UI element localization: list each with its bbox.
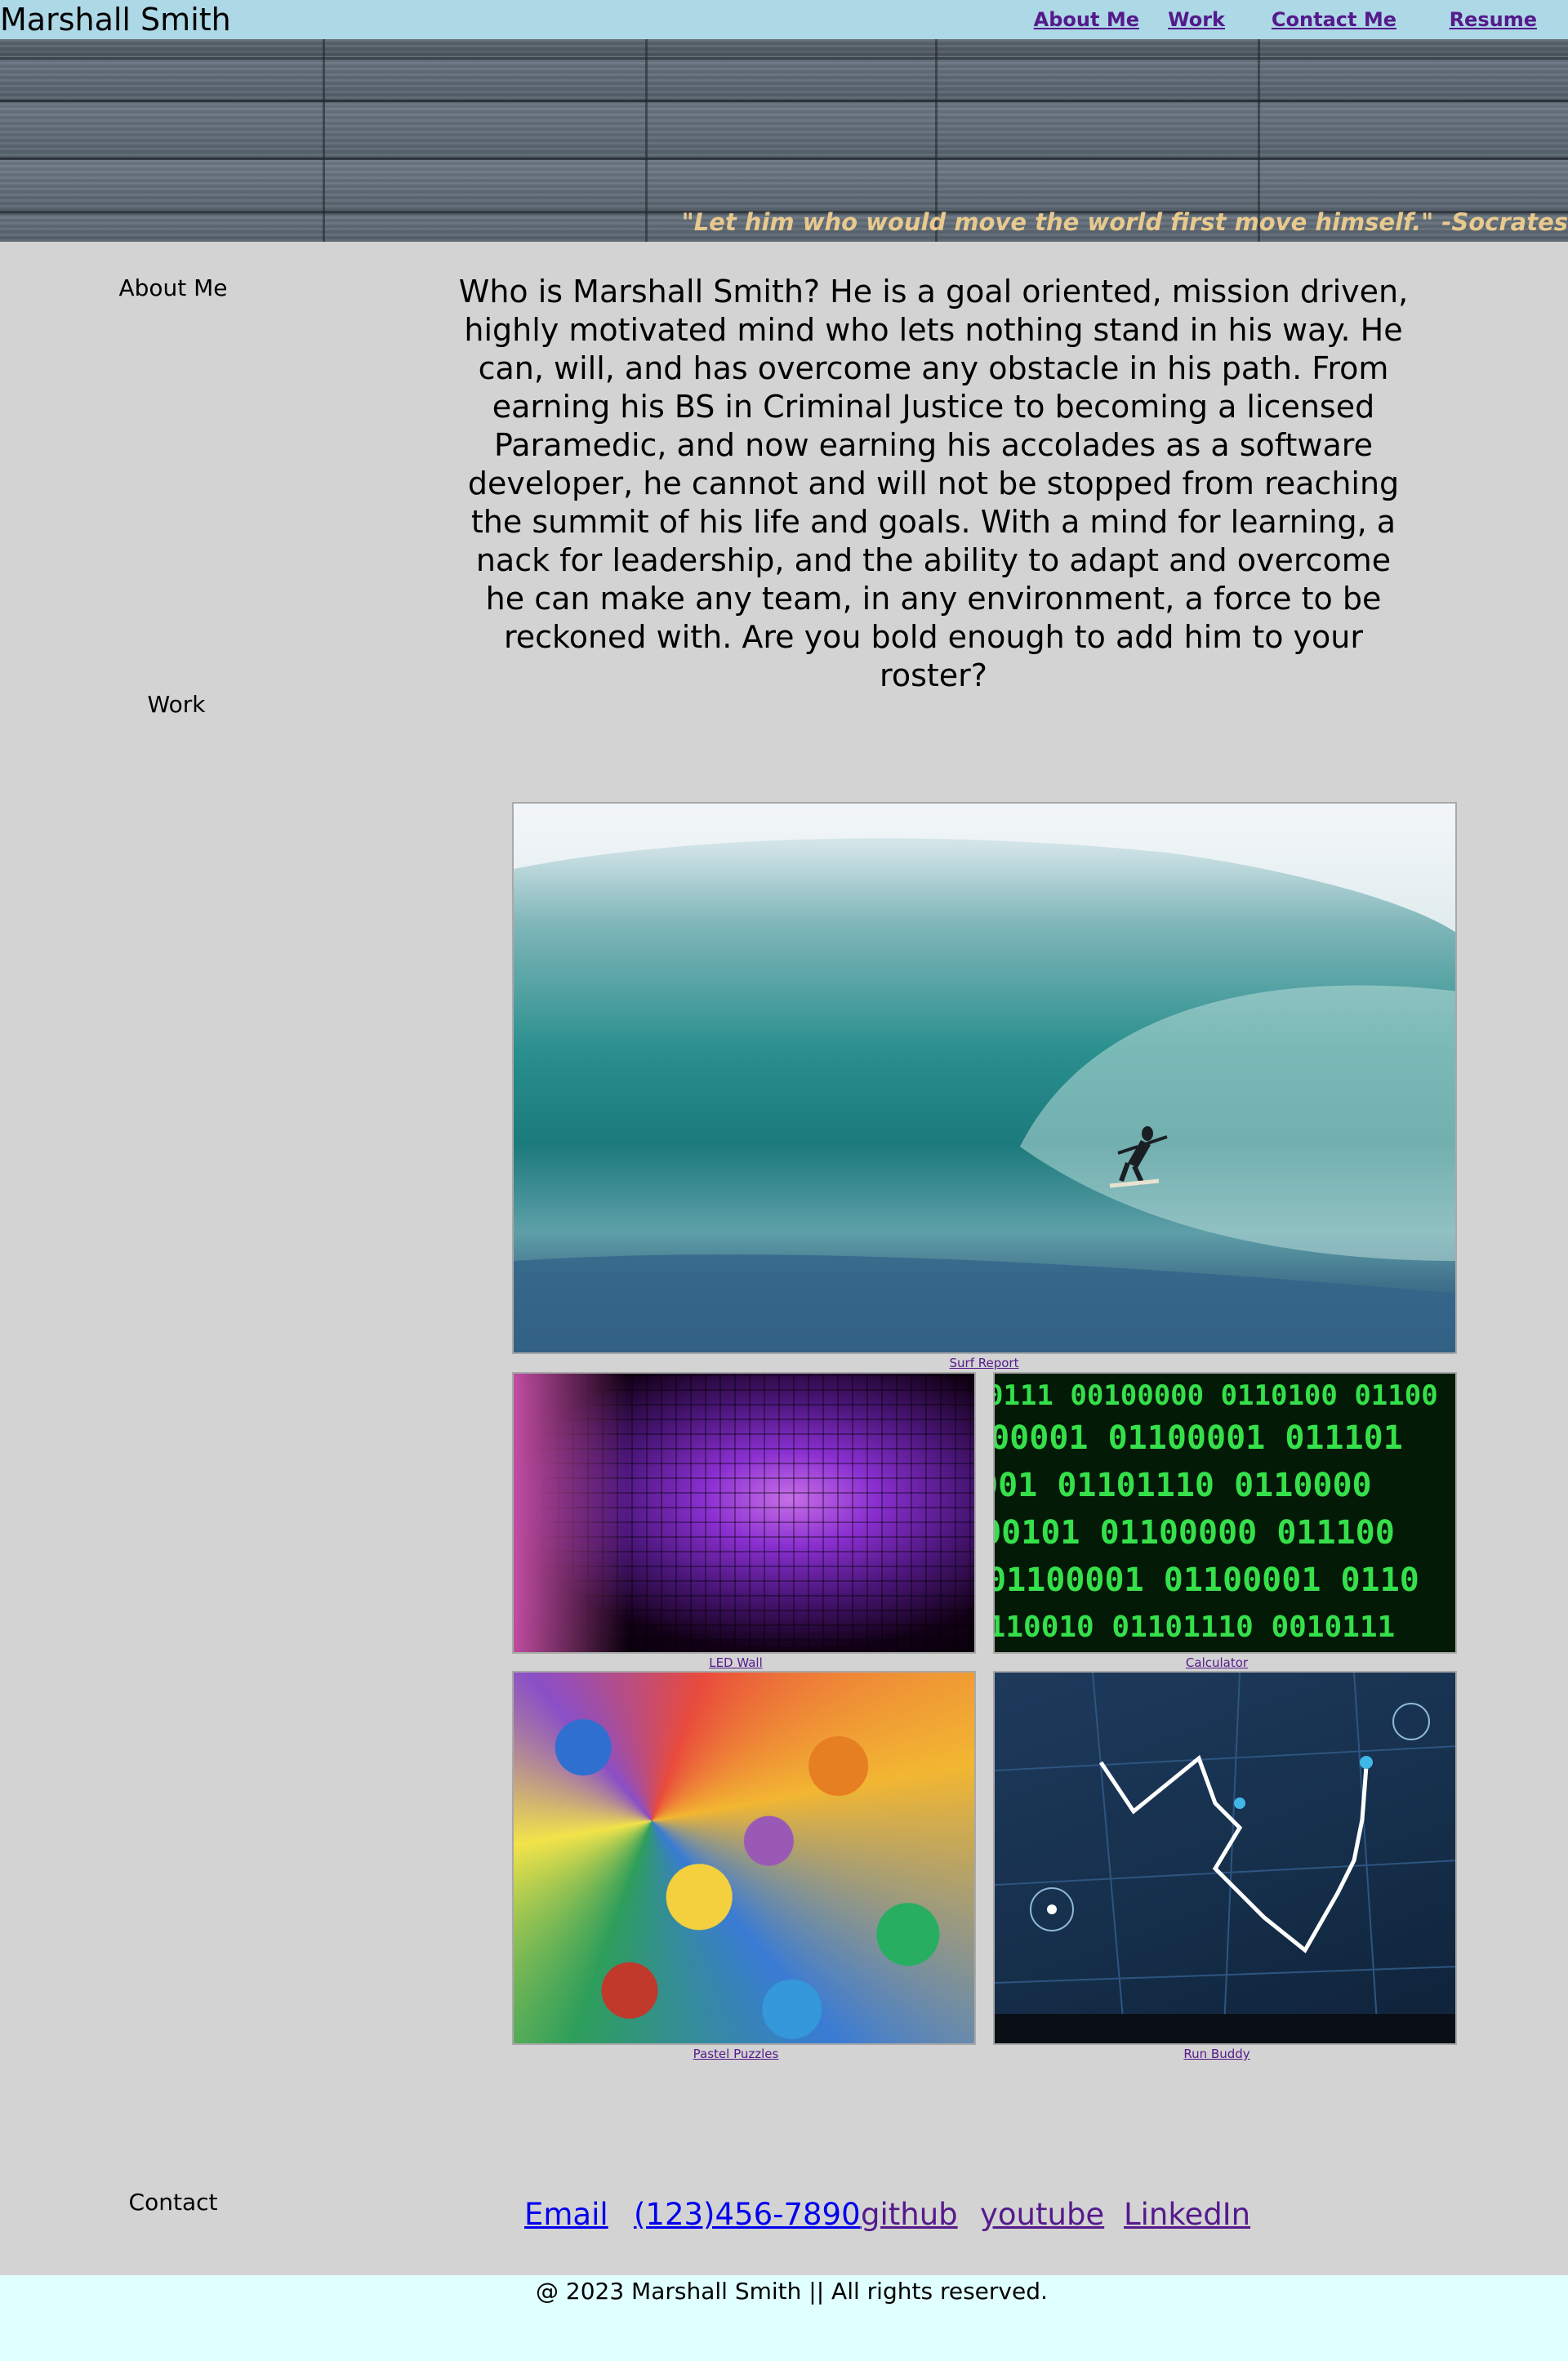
svg-text:01100001 01100001 0110: 01100001 01100001 0110 [995, 1561, 1419, 1599]
map-navigation-image [995, 1673, 1455, 2043]
hero-banner: "Let him who would move the world first … [0, 39, 1568, 242]
svg-text:001 01101110 0110000: 001 01101110 0110000 [995, 1467, 1372, 1504]
about-me-text: Who is Marshall Smith? He is a goal orie… [458, 274, 1409, 693]
work-heading: Work [147, 691, 206, 718]
project-card-calculator[interactable]: 0111 00100000 0110100 01100 100001 01100… [993, 1372, 1457, 1654]
caption-run-buddy[interactable]: Run Buddy [1139, 2047, 1294, 2061]
surf-wave-image [514, 804, 1455, 1352]
caption-led-wall[interactable]: LED Wall [658, 1655, 813, 1670]
svg-text:100001 01100001 011101: 100001 01100001 011101 [995, 1419, 1403, 1457]
github-link[interactable]: github [861, 2195, 958, 2234]
project-card-surf-report[interactable] [512, 802, 1457, 1354]
phone-link[interactable]: (123)456-7890 [634, 2195, 861, 2234]
binary-code-image: 0111 00100000 0110100 01100 100001 01100… [995, 1379, 1438, 1644]
caption-calculator[interactable]: Calculator [1139, 1655, 1294, 1670]
site-header: Marshall Smith About Me Work Contact Me … [0, 0, 1568, 40]
hero-quote: "Let him who would move the world first … [681, 208, 1568, 236]
svg-text:0111 00100000 0110100 01100: 0111 00100000 0110100 01100 [995, 1379, 1438, 1412]
footer-copyright: @ 2023 Marshall Smith || All rights rese… [536, 2278, 1048, 2305]
nav-about-me[interactable]: About Me [1034, 0, 1139, 39]
nav-resume[interactable]: Resume [1450, 0, 1537, 39]
site-name: Marshall Smith [0, 2, 231, 38]
nav-work[interactable]: Work [1168, 0, 1225, 39]
linkedin-link[interactable]: LinkedIn [1124, 2195, 1250, 2234]
wood-plank-joint [323, 39, 325, 242]
nav-contact-me[interactable]: Contact Me [1272, 0, 1396, 39]
project-card-led-wall[interactable] [512, 1372, 976, 1654]
wood-plank-seam [0, 158, 1568, 160]
wood-plank-joint [645, 39, 648, 242]
caption-pastel-puzzles[interactable]: Pastel Puzzles [658, 2047, 813, 2061]
caption-surf-report[interactable]: Surf Report [906, 1356, 1062, 1370]
svg-text:0110010 01101110 0010111: 0110010 01101110 0010111 [995, 1610, 1395, 1644]
email-link[interactable]: Email [524, 2195, 608, 2234]
youtube-link[interactable]: youtube [980, 2195, 1104, 2234]
wood-plank-seam [0, 100, 1568, 102]
project-card-pastel-puzzles[interactable] [512, 1671, 976, 2045]
about-me-heading: About Me [118, 274, 228, 301]
project-card-run-buddy[interactable] [993, 1671, 1457, 2045]
contact-heading: Contact [128, 2189, 218, 2216]
led-glow-decoration [514, 1374, 628, 1652]
puzzle-pieces-image [514, 1673, 974, 2043]
svg-text:100101 01100000 011100: 100101 01100000 011100 [995, 1514, 1395, 1552]
wood-plank-seam [0, 57, 1568, 60]
